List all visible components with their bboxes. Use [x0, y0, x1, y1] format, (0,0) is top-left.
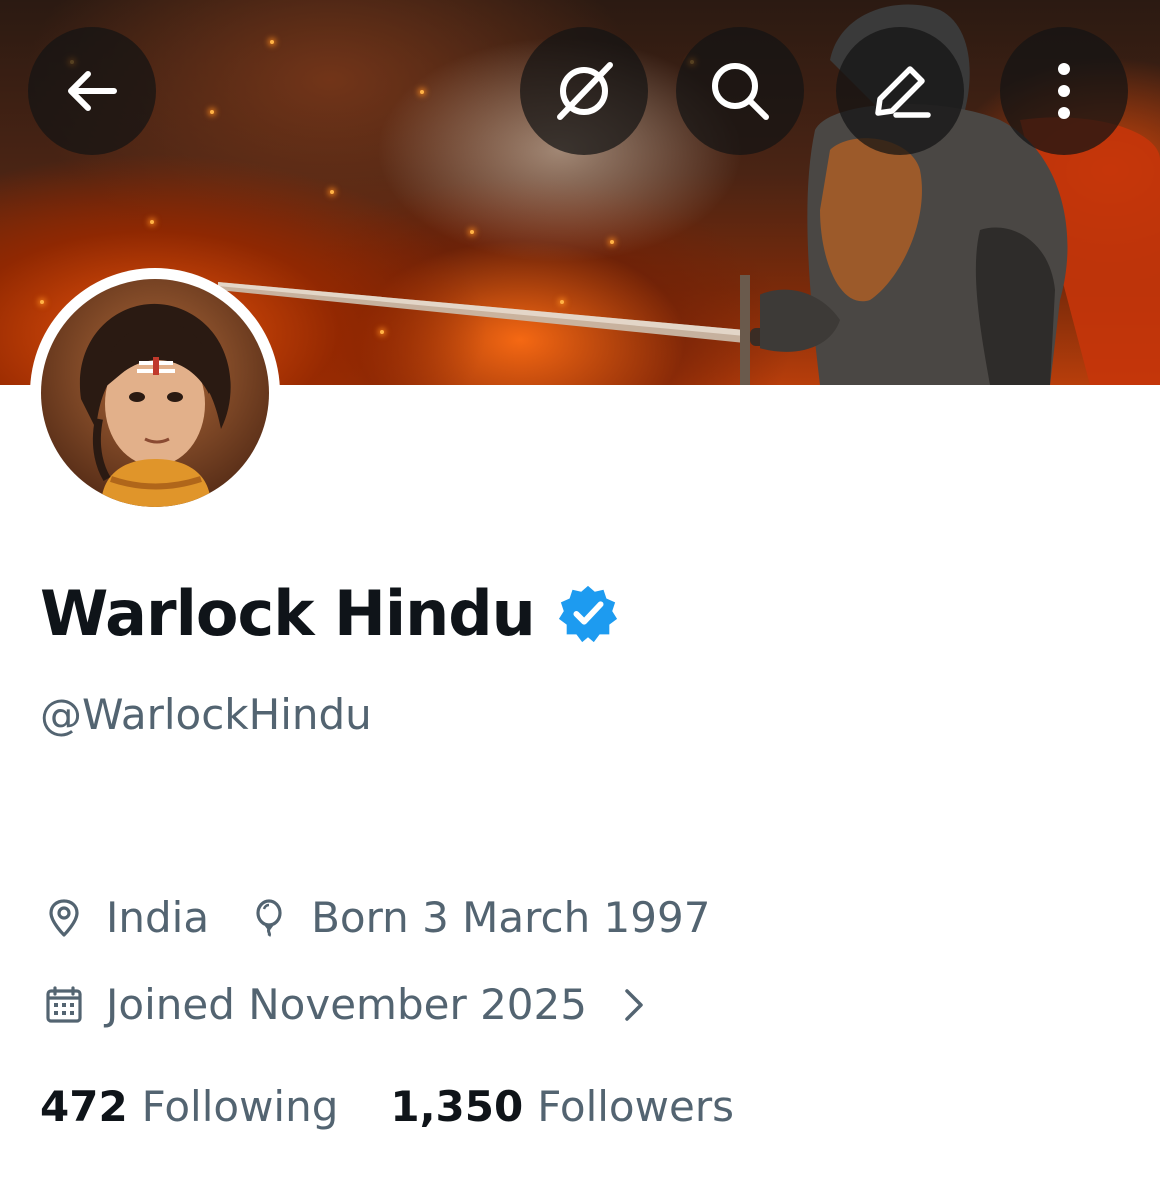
joined-row[interactable]: Joined November 2025: [44, 980, 651, 1029]
avatar[interactable]: [30, 268, 280, 518]
chevron-right-icon[interactable]: [617, 985, 651, 1025]
grok-icon: [557, 62, 613, 120]
back-button[interactable]: [28, 27, 156, 155]
location: India: [44, 893, 209, 942]
display-name-row: Warlock Hindu: [40, 568, 619, 658]
grok-button[interactable]: [520, 27, 648, 155]
location-pin-icon: [49, 898, 79, 937]
followers-count: 1,350: [390, 1082, 524, 1131]
following-count: 472: [40, 1082, 128, 1131]
edit-icon: [875, 66, 931, 118]
more-vertical-icon: [1058, 63, 1070, 119]
location-text: India: [106, 893, 210, 942]
following-label: Following: [141, 1082, 339, 1131]
birthday-text: Born 3 March 1997: [311, 893, 711, 942]
birthday: Born 3 March 1997: [249, 893, 710, 942]
user-handle: @WarlockHindu: [40, 690, 372, 739]
followers-label: Followers: [537, 1082, 734, 1131]
search-button[interactable]: [676, 27, 804, 155]
verified-badge-icon[interactable]: [557, 582, 619, 644]
calendar-icon: [46, 985, 82, 1023]
following-link[interactable]: 472 Following: [40, 1082, 338, 1131]
balloon-icon: [256, 898, 282, 937]
followers-link[interactable]: 1,350 Followers: [390, 1082, 734, 1131]
joined-text: Joined November 2025: [106, 980, 587, 1029]
joined-date: Joined November 2025: [44, 980, 587, 1029]
search-icon: [712, 63, 769, 120]
profile-meta-row: India Born 3 March 1997: [44, 893, 710, 942]
follow-stats: 472 Following 1,350 Followers: [40, 1082, 734, 1131]
more-options-button[interactable]: [1000, 27, 1128, 155]
edit-button[interactable]: [836, 27, 964, 155]
avatar-image: [41, 279, 269, 507]
display-name: Warlock Hindu: [40, 576, 536, 650]
back-arrow-icon: [68, 71, 117, 111]
